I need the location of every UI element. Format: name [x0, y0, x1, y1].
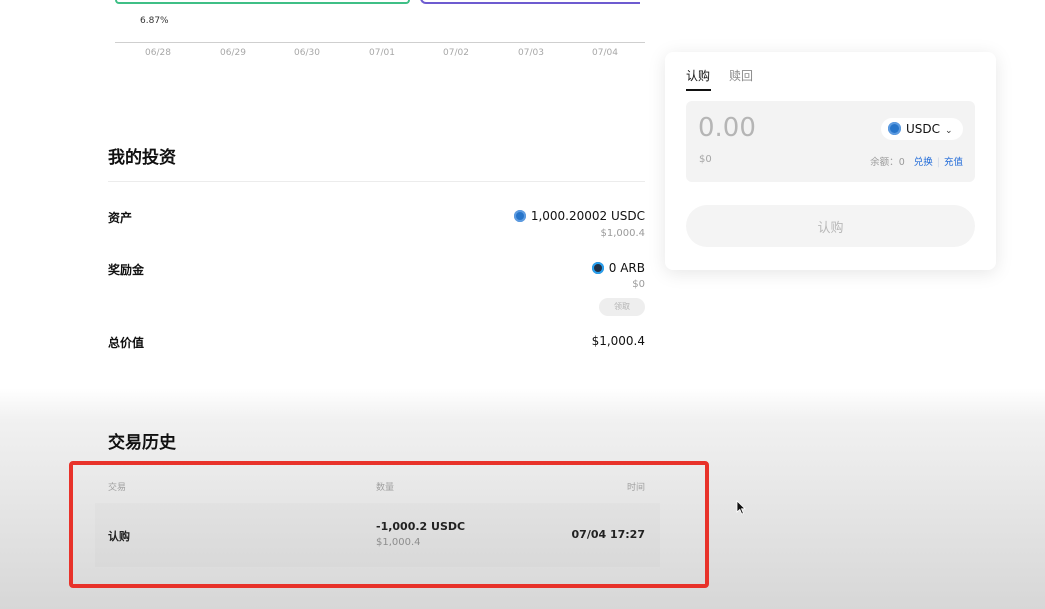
chart-x-tick: 06/28: [145, 48, 171, 58]
balance-label: 余额：: [870, 157, 899, 168]
assets-label: 资产: [108, 211, 133, 225]
amount-usd: $0: [699, 154, 712, 165]
usdc-icon: [888, 122, 901, 135]
token-selector[interactable]: USDC ⌄: [881, 118, 963, 140]
rewards-label: 奖励金: [108, 263, 145, 277]
exchange-link[interactable]: 兑换: [914, 157, 933, 168]
chart-x-tick: 07/03: [518, 48, 544, 58]
rewards-usd: $0: [632, 279, 645, 290]
mouse-cursor-icon: [736, 500, 746, 515]
assets-usd: $1,000.4: [600, 228, 645, 239]
investments-divider: [108, 181, 645, 182]
chart-x-tick: 07/01: [369, 48, 395, 58]
assets-amount: 1,000.20002 USDC: [530, 209, 645, 223]
active-tab-indicator: [686, 89, 711, 91]
amount-input[interactable]: 0.00: [698, 113, 756, 143]
tab-subscribe[interactable]: 认购: [686, 67, 710, 84]
total-value: $1,000.4: [591, 334, 645, 348]
chart-x-tick: 06/30: [294, 48, 320, 58]
chart-x-tick: 06/29: [220, 48, 246, 58]
rewards-value: 0 ARB: [591, 261, 645, 275]
chevron-down-icon: ⌄: [945, 126, 953, 136]
history-title: 交易历史: [108, 433, 176, 453]
total-value-label: 总价值: [108, 336, 145, 350]
chart-x-tick: 07/02: [443, 48, 469, 58]
balance-value: 0: [898, 157, 905, 168]
rewards-amount: 0 ARB: [608, 261, 645, 275]
investments-title: 我的投资: [108, 148, 176, 168]
arb-icon: [591, 262, 604, 274]
chart-series-purple: [420, 0, 640, 4]
token-label: USDC: [906, 122, 941, 136]
chart-x-tick: 07/04: [592, 48, 618, 58]
balance-row: 余额：0 兑换 | 充值: [870, 154, 963, 168]
chart-x-axis: [115, 42, 645, 43]
usdc-icon: [513, 210, 526, 222]
assets-value: 1,000.20002 USDC: [513, 209, 645, 223]
subscribe-button[interactable]: 认购: [686, 205, 975, 247]
link-separator: |: [936, 157, 940, 168]
highlight-box: [69, 461, 709, 588]
claim-rewards-button[interactable]: 领取: [599, 298, 645, 316]
deposit-link[interactable]: 充值: [944, 157, 963, 168]
yield-chart: 6.87% 06/28 06/29 06/30 07/01 07/02 07/0…: [0, 0, 660, 70]
chart-percent-label: 6.87%: [140, 16, 169, 26]
chart-series-green: [115, 0, 410, 4]
tab-redeem[interactable]: 赎回: [729, 67, 753, 84]
